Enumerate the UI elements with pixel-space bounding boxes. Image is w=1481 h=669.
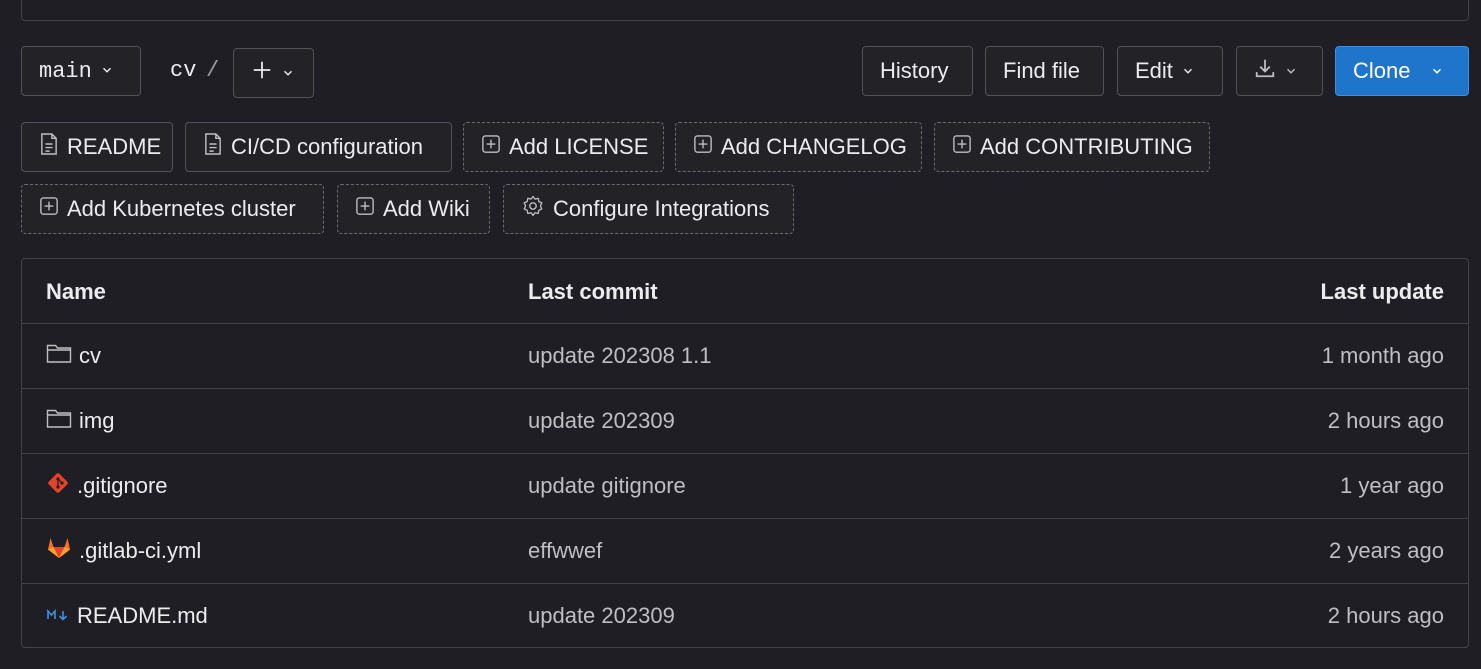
table-row[interactable]: .gitlab-ci.yml effwwef 2 years ago bbox=[22, 518, 1468, 583]
add-kubernetes-cluster-label: Add Kubernetes cluster bbox=[67, 196, 296, 221]
file-tree-table: Name Last commit Last update cv update 2… bbox=[21, 258, 1469, 648]
last-commit-message[interactable]: update 202308 1.1 bbox=[528, 343, 712, 369]
add-kubernetes-cluster-button[interactable]: Add Kubernetes cluster bbox=[21, 184, 324, 234]
last-update-time: 2 hours ago bbox=[1327, 408, 1444, 433]
add-to-tree-dropdown[interactable] bbox=[233, 48, 314, 98]
add-contributing-button[interactable]: Add CONTRIBUTING bbox=[934, 122, 1210, 172]
add-license-label: Add LICENSE bbox=[509, 134, 649, 159]
file-name-link[interactable]: .gitlab-ci.yml bbox=[79, 538, 201, 564]
edit-label: Edit bbox=[1135, 58, 1173, 83]
last-update-time: 2 hours ago bbox=[1327, 603, 1444, 628]
plus-square-icon bbox=[693, 134, 713, 160]
readme-button[interactable]: README bbox=[21, 122, 173, 172]
file-name-cell: img bbox=[46, 407, 114, 435]
last-update-column-header: Last update bbox=[1320, 278, 1444, 304]
download-dropdown[interactable] bbox=[1236, 46, 1323, 96]
history-label: History bbox=[880, 58, 949, 83]
plus-square-icon bbox=[39, 196, 59, 222]
plus-square-icon bbox=[481, 134, 501, 160]
last-update-time: 2 years ago bbox=[1329, 538, 1444, 563]
find-file-label: Find file bbox=[1003, 58, 1081, 83]
find-file-button[interactable]: Find file bbox=[985, 46, 1104, 96]
branch-selector[interactable]: main bbox=[21, 46, 141, 96]
plus-icon bbox=[251, 59, 273, 87]
table-row[interactable]: README.md update 202309 2 hours ago bbox=[22, 583, 1468, 647]
git-icon bbox=[46, 471, 70, 501]
last-commit-message[interactable]: effwwef bbox=[528, 538, 602, 564]
chevron-down-icon bbox=[1181, 58, 1195, 84]
chevron-down-icon bbox=[100, 59, 114, 84]
clone-label: Clone bbox=[1353, 58, 1411, 83]
last-commit-column-header: Last commit bbox=[528, 278, 658, 304]
add-wiki-label: Add Wiki bbox=[383, 196, 470, 221]
file-name-link[interactable]: cv bbox=[79, 343, 101, 369]
file-name-cell: .gitignore bbox=[46, 471, 168, 501]
file-name-cell: .gitlab-ci.yml bbox=[46, 536, 201, 566]
breadcrumb-path[interactable]: cv bbox=[170, 58, 196, 83]
table-row[interactable]: cv update 202308 1.1 1 month ago bbox=[22, 323, 1468, 388]
clone-dropdown[interactable]: Clone bbox=[1335, 46, 1469, 96]
add-changelog-label: Add CHANGELOG bbox=[721, 134, 907, 159]
last-commit-message[interactable]: update 202309 bbox=[528, 603, 675, 629]
last-update-time: 1 year ago bbox=[1340, 473, 1444, 498]
file-name-cell: README.md bbox=[46, 603, 208, 629]
configure-integrations-label: Configure Integrations bbox=[553, 196, 770, 221]
last-commit-message[interactable]: update gitignore bbox=[528, 473, 686, 499]
settings-icon bbox=[521, 194, 545, 224]
cicd-configuration-label: CI/CD configuration bbox=[231, 134, 423, 159]
add-license-button[interactable]: Add LICENSE bbox=[463, 122, 664, 172]
chevron-down-icon bbox=[1430, 58, 1444, 84]
folder-icon bbox=[46, 407, 72, 435]
configure-integrations-button[interactable]: Configure Integrations bbox=[503, 184, 794, 234]
edit-dropdown[interactable]: Edit bbox=[1117, 46, 1223, 96]
file-name-link[interactable]: README.md bbox=[77, 603, 208, 629]
chevron-down-icon bbox=[281, 60, 295, 86]
chevron-down-icon bbox=[1284, 58, 1298, 84]
file-icon bbox=[39, 132, 59, 162]
name-column-header: Name bbox=[46, 278, 106, 304]
markdown-icon bbox=[46, 603, 70, 629]
history-button[interactable]: History bbox=[862, 46, 973, 96]
last-commit-message[interactable]: update 202309 bbox=[528, 408, 675, 434]
add-wiki-button[interactable]: Add Wiki bbox=[337, 184, 490, 234]
add-changelog-button[interactable]: Add CHANGELOG bbox=[675, 122, 922, 172]
table-row[interactable]: .gitignore update gitignore 1 year ago bbox=[22, 453, 1468, 518]
file-name-link[interactable]: .gitignore bbox=[77, 473, 168, 499]
table-row[interactable]: img update 202309 2 hours ago bbox=[22, 388, 1468, 453]
file-name-link[interactable]: img bbox=[79, 408, 114, 434]
add-contributing-label: Add CONTRIBUTING bbox=[980, 134, 1193, 159]
gitlab-icon bbox=[46, 536, 72, 566]
download-icon bbox=[1254, 57, 1276, 85]
file-icon bbox=[203, 132, 223, 162]
readme-label: README bbox=[67, 134, 162, 159]
table-header-row: Name Last commit Last update bbox=[22, 259, 1468, 324]
last-update-time: 1 month ago bbox=[1321, 343, 1444, 368]
folder-icon bbox=[46, 342, 72, 370]
branch-name: main bbox=[39, 58, 92, 84]
file-name-cell: cv bbox=[46, 342, 101, 370]
top-panel-edge bbox=[21, 0, 1469, 21]
cicd-configuration-button[interactable]: CI/CD configuration bbox=[185, 122, 452, 172]
breadcrumb-separator: / bbox=[206, 58, 220, 83]
plus-square-icon bbox=[952, 134, 972, 160]
plus-square-icon bbox=[355, 196, 375, 222]
